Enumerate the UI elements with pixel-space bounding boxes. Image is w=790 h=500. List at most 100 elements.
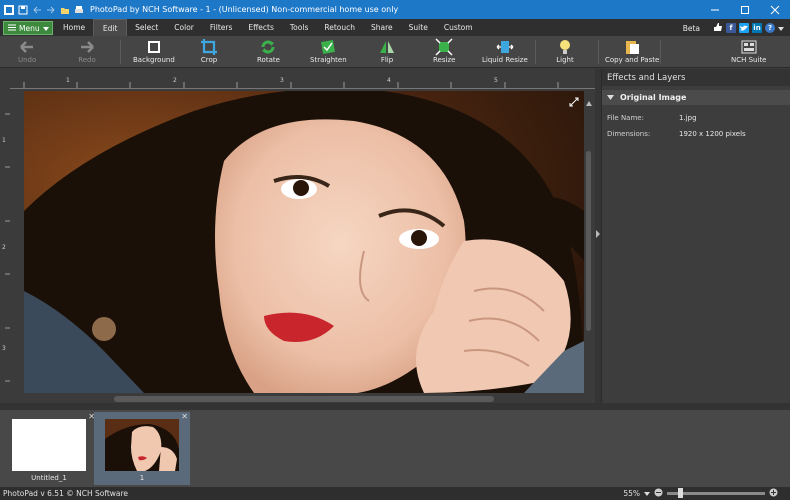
- edit-toolbar: Undo Redo Background Crop Rotate Straigh…: [0, 36, 790, 68]
- menu-button-label: Menu: [19, 23, 40, 33]
- vertical-scroll-thumb[interactable]: [586, 151, 591, 331]
- zoom-slider-knob[interactable]: [678, 488, 683, 498]
- close-button[interactable]: [760, 0, 790, 19]
- ruler-mark: 3: [280, 77, 284, 84]
- background-icon: [145, 38, 163, 56]
- liquid-resize-button[interactable]: Liquid Resize: [482, 38, 528, 64]
- liquid-resize-icon: [496, 38, 514, 56]
- resize-button[interactable]: Resize: [433, 38, 455, 64]
- zoom-dropdown-icon[interactable]: [644, 489, 650, 498]
- minimize-button[interactable]: [700, 0, 730, 19]
- redo-button[interactable]: Redo: [78, 38, 96, 64]
- rotate-icon: [259, 38, 277, 56]
- tab-share[interactable]: Share: [363, 19, 401, 36]
- tab-custom[interactable]: Custom: [436, 19, 481, 36]
- menu-button[interactable]: Menu: [3, 21, 53, 35]
- resize-icon: [435, 38, 453, 56]
- fullscreen-icon[interactable]: [569, 92, 579, 107]
- filmstrip-item-label: Untitled_1: [31, 474, 67, 482]
- close-icon[interactable]: ✕: [181, 412, 188, 421]
- open-icon[interactable]: [60, 5, 70, 15]
- tabbar-right: Beta f in ?: [683, 21, 784, 35]
- tab-home[interactable]: Home: [55, 19, 93, 36]
- rotate-label: Rotate: [257, 56, 280, 64]
- zoom-level: 55%: [623, 489, 640, 498]
- image-canvas[interactable]: [10, 89, 595, 395]
- liquid-resize-label: Liquid Resize: [482, 56, 528, 64]
- redo-quick-icon[interactable]: [46, 5, 56, 15]
- dimensions-row: Dimensions: 1920 x 1200 pixels: [602, 126, 790, 142]
- crop-button[interactable]: Crop: [200, 38, 218, 64]
- file-name-row: File Name: 1.jpg: [602, 110, 790, 126]
- window-controls: [700, 0, 790, 19]
- vertical-scrollbar[interactable]: [584, 91, 593, 395]
- save-icon[interactable]: [18, 5, 28, 15]
- original-image-section[interactable]: Original Image: [602, 90, 790, 105]
- copy-paste-button[interactable]: Copy and Paste: [605, 38, 659, 64]
- nch-suite-label: NCH Suite: [731, 56, 767, 64]
- redo-label: Redo: [78, 56, 96, 64]
- straighten-button[interactable]: Straighten: [310, 38, 347, 64]
- scroll-up-icon[interactable]: [586, 91, 592, 110]
- ruler-mark: 3: [2, 345, 6, 352]
- nch-suite-icon: [740, 38, 758, 56]
- window-title: PhotoPad by NCH Software - 1 - (Unlicens…: [90, 5, 399, 14]
- filmstrip-item-selected[interactable]: 1 ✕: [94, 412, 190, 485]
- tab-select[interactable]: Select: [127, 19, 166, 36]
- beta-label: Beta: [682, 23, 700, 33]
- zoom-control: 55%: [623, 487, 778, 500]
- portrait-photo[interactable]: [24, 91, 584, 393]
- horizontal-ruler: 1 2 3 4 5: [10, 69, 595, 89]
- ribbon-tabs: Home Edit Select Color Filters Effects T…: [55, 19, 481, 36]
- quick-access-toolbar: [0, 0, 84, 19]
- tab-edit[interactable]: Edit: [93, 19, 128, 36]
- maximize-button[interactable]: [730, 0, 760, 19]
- light-button[interactable]: Light: [556, 38, 574, 64]
- portrait-thumbnail: [105, 419, 179, 471]
- like-icon[interactable]: [713, 22, 723, 34]
- status-bar: PhotoPad v 6.51 © NCH Software 55%: [0, 487, 790, 500]
- clipboard-icon: [623, 38, 641, 56]
- title-bar: PhotoPad by NCH Software - 1 - (Unlicens…: [0, 0, 790, 19]
- panel-title: Effects and Layers: [602, 69, 790, 86]
- toolbar-separator: [535, 40, 536, 64]
- horizontal-scrollbar[interactable]: [24, 395, 583, 411]
- flip-button[interactable]: Flip: [378, 38, 396, 64]
- background-button[interactable]: Background: [133, 38, 175, 64]
- nch-suite-button[interactable]: NCH Suite: [731, 38, 767, 64]
- help-icon[interactable]: ?: [765, 23, 775, 33]
- facebook-icon[interactable]: f: [726, 23, 736, 33]
- tab-filters[interactable]: Filters: [202, 19, 240, 36]
- undo-button[interactable]: Undo: [18, 38, 36, 64]
- dimensions-label: Dimensions:: [607, 130, 651, 138]
- tab-tools[interactable]: Tools: [282, 19, 316, 36]
- section-title: Original Image: [620, 93, 687, 102]
- crop-icon: [200, 38, 218, 56]
- version-text: PhotoPad v 6.51 © NCH Software: [3, 489, 129, 498]
- zoom-slider[interactable]: [667, 488, 765, 498]
- twitter-icon[interactable]: [739, 23, 749, 33]
- ruler-mark: 1: [2, 137, 6, 144]
- linkedin-icon[interactable]: in: [752, 23, 762, 33]
- tab-color[interactable]: Color: [166, 19, 202, 36]
- zoom-in-icon[interactable]: [769, 488, 778, 499]
- ruler-mark: 4: [387, 77, 391, 84]
- filmstrip-splitter[interactable]: [0, 403, 790, 416]
- tab-suite[interactable]: Suite: [401, 19, 436, 36]
- ruler-mark: 2: [173, 77, 177, 84]
- light-bulb-icon: [556, 38, 574, 56]
- effects-layers-panel: Effects and Layers Original Image File N…: [601, 69, 790, 405]
- tab-retouch[interactable]: Retouch: [316, 19, 363, 36]
- filmstrip-item[interactable]: Untitled_1 ✕: [1, 412, 97, 485]
- tab-effects[interactable]: Effects: [240, 19, 282, 36]
- print-icon[interactable]: [74, 5, 84, 15]
- help-dropdown-icon[interactable]: [778, 24, 784, 33]
- rotate-button[interactable]: Rotate: [257, 38, 280, 64]
- background-label: Background: [133, 56, 175, 64]
- zoom-out-icon[interactable]: [654, 488, 663, 499]
- horizontal-scroll-thumb[interactable]: [114, 396, 494, 402]
- ruler-mark: 1: [66, 77, 70, 84]
- toolbar-separator: [120, 40, 121, 64]
- undo-quick-icon[interactable]: [32, 5, 42, 15]
- chevron-down-icon: [607, 93, 614, 102]
